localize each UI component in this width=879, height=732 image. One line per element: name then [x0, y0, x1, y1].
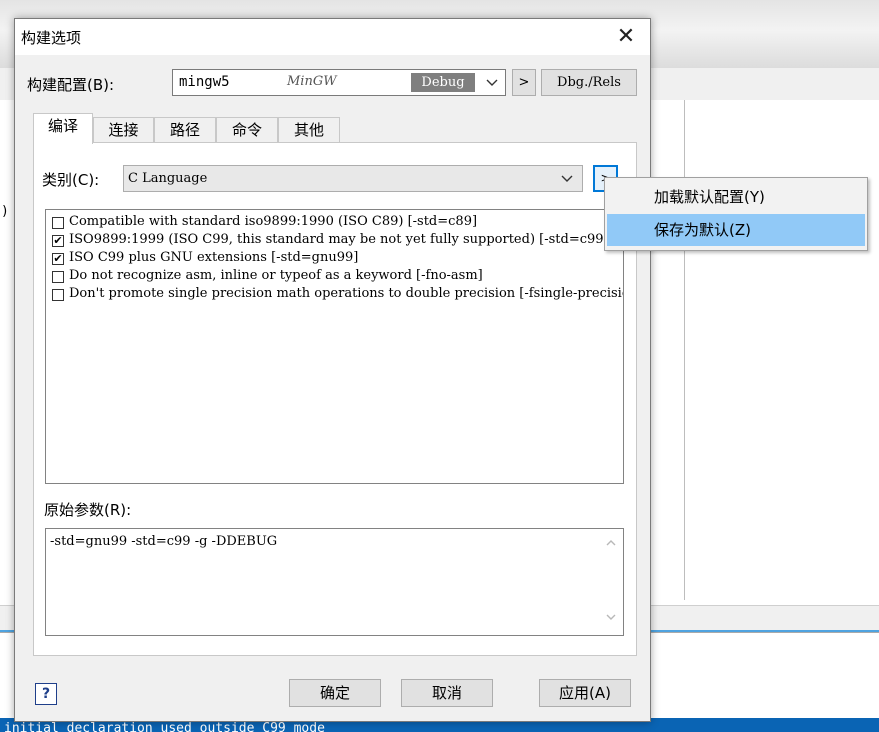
checkmark-icon[interactable]: ✔ — [52, 253, 64, 265]
option-label: Do not recognize asm, inline or typeof a… — [69, 268, 483, 283]
build-config-name: mingw5 — [179, 74, 230, 90]
category-context-menu: 加载默认配置(Y) 保存为默认(Z) — [604, 177, 868, 251]
category-label: 类别(C): — [42, 171, 100, 189]
menu-item-save-default[interactable]: 保存为默认(Z) — [607, 214, 865, 246]
category-select[interactable]: C Language — [123, 165, 583, 192]
help-icon[interactable]: ? — [35, 683, 57, 705]
category-value: C Language — [128, 171, 208, 186]
debug-release-button[interactable]: Dbg./Rels — [541, 69, 637, 96]
raw-params-textarea[interactable]: -std=gnu99 -std=c99 -g -DDEBUG — [45, 528, 624, 636]
scroll-up-arrow-icon[interactable] — [602, 537, 620, 555]
background-splitter[interactable] — [684, 100, 685, 600]
option-label: ISO C99 plus GNU extensions [-std=gnu99] — [69, 250, 359, 265]
checkmark-icon[interactable]: ✔ — [52, 235, 64, 247]
option-checkbox[interactable] — [52, 217, 64, 229]
dialog-titlebar[interactable]: 构建选项 ✕ — [15, 19, 650, 55]
menu-item-load-default[interactable]: 加载默认配置(Y) — [607, 181, 865, 213]
tab-paths[interactable]: 路径 — [154, 117, 216, 143]
option-label: Compatible with standard iso9899:1990 (I… — [69, 214, 478, 229]
tab-compile[interactable]: 编译 — [33, 113, 93, 144]
option-label: ISO9899:1999 (ISO C99, this standard may… — [69, 232, 609, 247]
build-config-label: 构建配置(B): — [27, 76, 115, 94]
build-config-mode: Debug — [411, 73, 475, 92]
chevron-down-icon — [560, 169, 574, 191]
close-icon[interactable]: ✕ — [609, 23, 643, 51]
raw-params-value: -std=gnu99 -std=c99 -g -DDEBUG — [50, 534, 278, 549]
option-label: Don't promote single precision math oper… — [69, 286, 623, 301]
raw-params-label: 原始参数(R): — [44, 501, 132, 519]
scroll-down-arrow-icon[interactable] — [602, 611, 620, 629]
next-config-button[interactable]: > — [512, 69, 536, 96]
build-options-dialog: 构建选项 ✕ 构建配置(B): mingw5 MinGW Debug > Dbg… — [14, 18, 651, 722]
build-config-select[interactable]: mingw5 MinGW Debug — [172, 69, 506, 96]
compile-tab-panel: 类别(C): C Language > Compatible with stan… — [33, 142, 637, 656]
dialog-title: 构建选项 — [21, 29, 82, 47]
compiler-options-list[interactable]: Compatible with standard iso9899:1990 (I… — [45, 209, 624, 484]
apply-button[interactable]: 应用(A) — [539, 679, 631, 707]
build-config-compiler: MinGW — [287, 74, 337, 89]
tab-link[interactable]: 连接 — [93, 117, 154, 143]
tab-commands[interactable]: 命令 — [216, 117, 278, 143]
option-checkbox[interactable] — [52, 271, 64, 283]
tab-other[interactable]: 其他 — [278, 117, 340, 143]
cancel-button[interactable]: 取消 — [401, 679, 493, 707]
background-editor-text: ) — [1, 204, 9, 219]
ok-button[interactable]: 确定 — [289, 679, 381, 707]
chevron-down-icon — [485, 73, 499, 95]
option-checkbox[interactable] — [52, 289, 64, 301]
